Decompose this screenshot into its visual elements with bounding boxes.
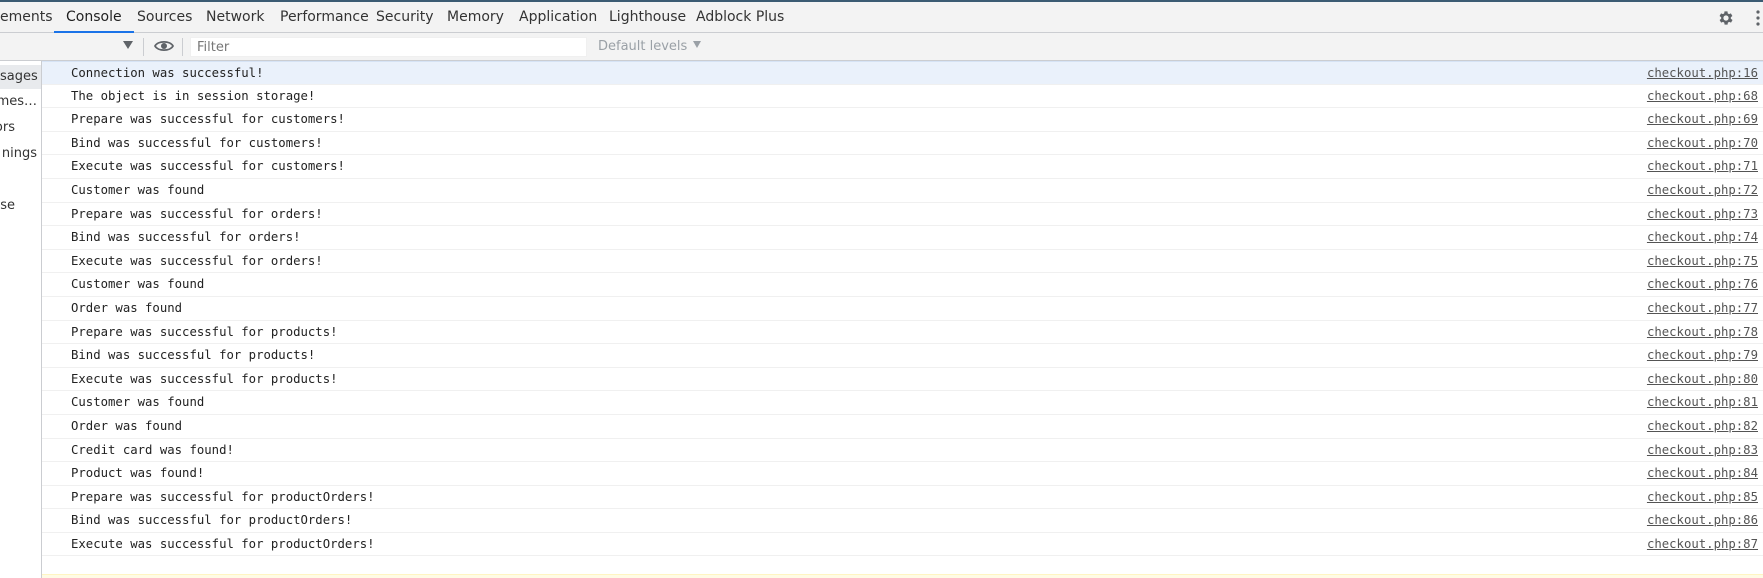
console-message: Bind was successful for productOrders! c…: [42, 509, 1763, 533]
message-source-link[interactable]: checkout.php:71: [1647, 155, 1758, 177]
sidebar-item-user-messages[interactable]: mes…: [0, 90, 37, 114]
message-source-link[interactable]: checkout.php:83: [1647, 439, 1758, 461]
message-text: Prepare was successful for customers!: [71, 112, 345, 127]
console-message: Execute was successful for productOrders…: [42, 533, 1763, 557]
console-message: Execute was successful for products! che…: [42, 368, 1763, 392]
console-message: Prepare was successful for orders! check…: [42, 203, 1763, 227]
message-source-link[interactable]: checkout.php:75: [1647, 250, 1758, 272]
message-source-link[interactable]: checkout.php:69: [1647, 108, 1758, 130]
console-message: Bind was successful for products! checko…: [42, 344, 1763, 368]
tab-performance[interactable]: Performance: [280, 2, 369, 32]
sidebar-item-label: ors: [0, 120, 15, 135]
console-message: Prepare was successful for products! che…: [42, 321, 1763, 345]
message-source-link[interactable]: checkout.php:77: [1647, 297, 1758, 319]
filter-input[interactable]: [190, 37, 587, 57]
message-text: Execute was successful for products!: [71, 371, 338, 386]
toolbar-divider: [182, 38, 183, 56]
console-message: Execute was successful for orders! check…: [42, 250, 1763, 274]
console-message: Prepare was successful for customers! ch…: [42, 108, 1763, 132]
sidebar-item-warnings[interactable]: nings: [2, 142, 37, 166]
console-toolbar: Default levels: [0, 33, 1763, 61]
console-message: Bind was successful for customers! check…: [42, 132, 1763, 156]
sidebar-item-label: nings: [1, 146, 37, 161]
message-source-link[interactable]: checkout.php:85: [1647, 486, 1758, 508]
sidebar-item-label: sages: [0, 69, 38, 84]
message-source-link[interactable]: checkout.php:70: [1647, 132, 1758, 154]
sidebar-item-verbose[interactable]: ose: [0, 194, 15, 218]
message-text: Customer was found: [71, 182, 205, 197]
console-message: Customer was found checkout.php:76: [42, 273, 1763, 297]
console-message: Execute was successful for customers! ch…: [42, 155, 1763, 179]
default-levels-label: Default levels: [598, 39, 688, 54]
message-text: Customer was found: [71, 395, 205, 410]
message-source-link[interactable]: checkout.php:80: [1647, 368, 1758, 390]
message-source-link[interactable]: checkout.php:74: [1647, 226, 1758, 248]
message-text: The object is in session storage!: [71, 88, 316, 103]
message-text: Bind was successful for customers!: [71, 135, 323, 150]
message-source-link[interactable]: checkout.php:78: [1647, 321, 1758, 343]
tab-console[interactable]: Console: [54, 2, 134, 33]
message-source-link[interactable]: checkout.php:82: [1647, 415, 1758, 437]
tab-security[interactable]: Security: [376, 2, 434, 32]
console-message: Connection was successful! checkout.php:…: [42, 61, 1763, 85]
levels-arrow-icon: [693, 41, 702, 48]
tab-memory[interactable]: Memory: [447, 2, 504, 32]
tab-elements[interactable]: ements: [0, 2, 53, 32]
console-message: Customer was found checkout.php:72: [42, 179, 1763, 203]
warning-message-edge: [42, 574, 1763, 578]
sidebar-item-label: mes…: [0, 94, 37, 109]
message-text: Customer was found: [71, 277, 205, 292]
message-text: Prepare was successful for productOrders…: [71, 489, 375, 504]
message-source-link[interactable]: checkout.php:72: [1647, 179, 1758, 201]
message-source-link[interactable]: checkout.php:68: [1647, 85, 1758, 107]
message-text: Prepare was successful for products!: [71, 324, 338, 339]
message-source-link[interactable]: checkout.php:87: [1647, 533, 1758, 555]
console-message: Bind was successful for orders! checkout…: [42, 226, 1763, 250]
tab-application[interactable]: Application: [519, 2, 597, 32]
message-source-link[interactable]: checkout.php:76: [1647, 273, 1758, 295]
message-text: Bind was successful for orders!: [71, 230, 301, 245]
message-text: Prepare was successful for orders!: [71, 206, 323, 221]
console-message: Order was found checkout.php:82: [42, 415, 1763, 439]
message-text: Order was found: [71, 418, 183, 433]
message-text: Bind was successful for productOrders!: [71, 513, 353, 528]
more-menu-icon[interactable]: [1755, 10, 1761, 26]
tab-adblock-plus[interactable]: Adblock Plus: [696, 2, 784, 32]
console-messages: Connection was successful! checkout.php:…: [42, 61, 1763, 578]
message-text: Credit card was found!: [71, 442, 234, 457]
settings-gear-icon[interactable]: [1717, 9, 1735, 27]
console-main: sages mes… ors nings ose Connection was …: [0, 61, 1763, 578]
toolbar-divider: [143, 38, 144, 56]
console-message: Product was found! checkout.php:84: [42, 462, 1763, 486]
message-source-link[interactable]: checkout.php:73: [1647, 203, 1758, 225]
message-source-link[interactable]: checkout.php:84: [1647, 462, 1758, 484]
message-text: Order was found: [71, 300, 183, 315]
default-levels-dropdown[interactable]: Default levels: [598, 33, 702, 61]
message-source-link[interactable]: checkout.php:81: [1647, 391, 1758, 413]
message-text: Execute was successful for customers!: [71, 159, 345, 174]
tab-lighthouse[interactable]: Lighthouse: [609, 2, 686, 32]
devtools-tab-bar: ements Console Sources Network Performan…: [0, 2, 1763, 33]
tab-sources[interactable]: Sources: [137, 2, 192, 32]
eye-icon[interactable]: [154, 39, 174, 53]
tab-network[interactable]: Network: [206, 2, 264, 32]
dropdown-arrow-icon[interactable]: [123, 41, 133, 49]
console-message: Prepare was successful for productOrders…: [42, 486, 1763, 510]
sidebar-item-errors[interactable]: ors: [0, 116, 15, 140]
message-text: Execute was successful for orders!: [71, 253, 323, 268]
message-source-link[interactable]: checkout.php:86: [1647, 509, 1758, 531]
message-source-link[interactable]: checkout.php:16: [1647, 62, 1758, 84]
message-text: Bind was successful for products!: [71, 348, 316, 363]
console-message: Order was found checkout.php:77: [42, 297, 1763, 321]
sidebar-item-messages[interactable]: sages: [0, 65, 41, 89]
console-message: Credit card was found! checkout.php:83: [42, 439, 1763, 463]
message-text: Product was found!: [71, 466, 205, 481]
message-text: Connection was successful!: [71, 66, 264, 80]
console-message: Customer was found checkout.php:81: [42, 391, 1763, 415]
console-sidebar: sages mes… ors nings ose: [0, 61, 42, 578]
message-source-link[interactable]: checkout.php:79: [1647, 344, 1758, 366]
console-message: The object is in session storage! checko…: [42, 85, 1763, 109]
message-text: Execute was successful for productOrders…: [71, 536, 375, 551]
sidebar-item-label: ose: [0, 198, 15, 213]
